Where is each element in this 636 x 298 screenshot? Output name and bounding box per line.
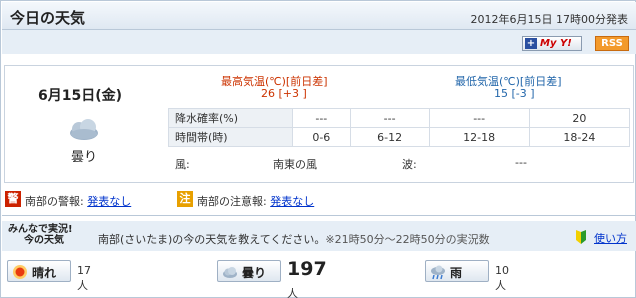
vote-cloudy-count: 197人 [287,258,327,298]
vote-rain-count: 10人 [495,264,509,292]
rss-button[interactable]: RSS [595,36,629,51]
precip-table: 降水確率(%) --- --- --- 20 時間帯(時) 0-6 6-12 1… [168,108,631,147]
widget-header: 今日の天気 2012年6月15日 17時00分発表 [2,2,636,30]
precip-cell: --- [349,108,430,128]
cloud-icon [223,267,237,278]
plus-icon: + [525,38,537,49]
high-temp-value: 26 [+3 ] [261,87,307,100]
period-cell: 18-24 [528,127,631,147]
wave-value: --- [515,156,527,169]
howto-link[interactable]: 使い方 [594,230,627,246]
forecast-date: 6月15日(金) [38,88,123,104]
advisory-link[interactable]: 発表なし [270,195,314,208]
period-row: 時間帯(時) 0-6 6-12 12-18 18-24 [168,127,631,147]
poll-title-line1: みんなで実況! [8,224,73,235]
poll-title-line2: 今の天気 [24,235,64,246]
precip-cell: --- [428,108,530,128]
forecast-panel: 6月15日(金) 曇り 最高気温(℃)[前日差] 26 [+3 ] 最低気温(℃… [4,65,634,183]
advisory-label: 南部の注意報: [197,195,267,208]
advisory-badge-icon: 注 [177,191,193,207]
warning-link[interactable]: 発表なし [87,195,131,208]
poll-title: みんなで実況! 今の天気 [8,224,92,246]
poll-period: ※21時50分～22時50分の実況数 [325,233,490,246]
page-title: 今日の天気 [10,9,86,27]
add-to-my-yahoo-button[interactable]: + My Y! [522,36,582,51]
period-cell: 6-12 [349,127,430,147]
vote-rain-label: 雨 [450,266,463,280]
wind-value: 南東の風 [273,158,317,171]
wave-label: 波: [402,158,417,171]
vote-rain-button[interactable]: 雨 [425,260,489,282]
vote-sunny-button[interactable]: 晴れ [7,260,71,282]
my-yahoo-label: My Y! [540,38,572,49]
forecast-condition: 曇り [71,150,98,165]
period-cell: 0-6 [292,127,351,147]
cloud-icon [70,119,98,140]
vote-sunny-label: 晴れ [32,266,57,280]
divider [2,215,636,216]
low-temp-value: 15 [-3 ] [494,87,535,100]
period-cell: 12-18 [428,127,530,147]
precip-cell: --- [292,108,351,128]
wind-label: 風: [175,158,190,171]
poll-header: みんなで実況! 今の天気 南部(さいたま)の今の天気を教えてください。※21時5… [2,221,636,251]
poll-prompt: 南部(さいたま)の今の天気を教えてください。※21時50分～22時50分の実況数 [98,231,490,247]
warning-badge-icon: 警 [5,191,21,207]
vote-cloudy-button[interactable]: 曇り [217,260,281,282]
rain-icon [431,265,445,280]
toolbar: + My Y! RSS [2,30,636,54]
poll-question: 南部(さいたま)の今の天気を教えてください。 [98,233,326,246]
precip-row: 降水確率(%) --- --- --- 20 [168,108,631,128]
beginner-mark-icon [576,230,586,244]
warning-label: 南部の警報: [25,195,84,208]
precip-cell: 20 [528,108,631,128]
vote-cloudy-label: 曇り [242,266,267,280]
sun-icon [13,265,27,279]
precip-label: 降水確率(%) [168,108,293,128]
announcement-time: 2012年6月15日 17時00分発表 [470,13,628,26]
weather-widget: 今日の天気 2012年6月15日 17時00分発表 + My Y! RSS 6月… [0,0,636,298]
period-label: 時間帯(時) [168,127,293,147]
vote-sunny-count: 17人 [77,264,91,292]
